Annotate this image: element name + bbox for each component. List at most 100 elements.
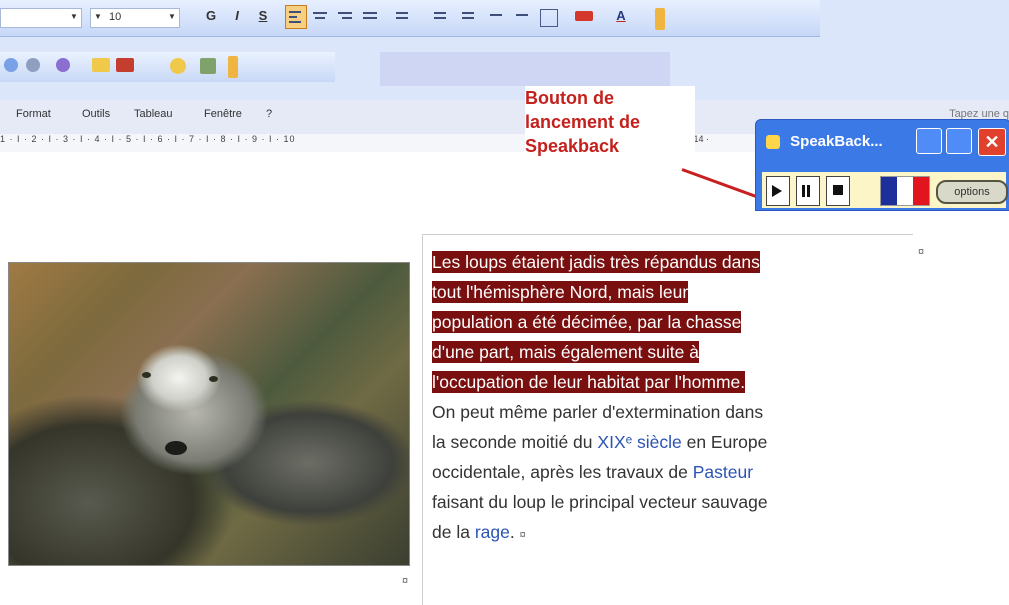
align-left-icon: [289, 11, 301, 13]
link-xix-siecle[interactable]: XIXᵉ siècle: [597, 432, 681, 452]
body-text: en Europe: [686, 432, 768, 452]
article-paragraph[interactable]: Les loups étaient jadis très répandus da…: [432, 247, 902, 550]
align-right-button[interactable]: [335, 5, 355, 27]
toolbar-overflow-icon[interactable]: [228, 56, 238, 78]
menu-tableau[interactable]: Tableau: [134, 108, 173, 120]
icon-line: [289, 21, 301, 23]
icon-line: [396, 17, 408, 19]
selected-text: l'occupation de leur habitat par l'homme…: [432, 371, 746, 393]
speakback-controls: options: [762, 172, 1008, 208]
flag-red-stripe: [913, 177, 929, 205]
selected-line: Les loups étaient jadis très répandus da…: [432, 247, 902, 277]
web-icon[interactable]: [56, 58, 70, 72]
callout-line-3: Speakback: [525, 136, 620, 156]
speakback-logo-icon: [766, 135, 780, 150]
justify-button[interactable]: [360, 5, 380, 27]
increase-indent-icon: [516, 14, 528, 16]
align-center-icon: [313, 12, 327, 14]
icon-line: [315, 17, 325, 19]
selected-line: tout l'hémisphère Nord, mais leur: [432, 277, 902, 307]
body-text: de la: [432, 522, 470, 542]
drawing-toolbar: [0, 52, 335, 82]
speakback-title: SpeakBack...: [790, 133, 883, 150]
icon-line: [462, 17, 474, 19]
numbered-list-button[interactable]: [430, 5, 450, 27]
link-rage[interactable]: rage: [475, 522, 510, 542]
pen-color-icon[interactable]: [116, 58, 134, 72]
decrease-indent-button[interactable]: [486, 5, 506, 27]
formatting-toolbar: ▼ ▼ 10 ▼ G I S A: [0, 0, 820, 37]
body-text: occidentale, après les travaux de: [432, 462, 688, 482]
wolf-eye: [142, 372, 151, 378]
close-button[interactable]: ✕: [978, 128, 1006, 156]
selected-line: population a été décimée, par la chasse: [432, 307, 902, 337]
body-line: de la rage. ¤: [432, 522, 526, 542]
menu-fenetre[interactable]: Fenêtre: [204, 108, 242, 120]
picture-icon[interactable]: [200, 58, 216, 74]
border-button[interactable]: [540, 9, 558, 27]
folder-icon[interactable]: [92, 58, 110, 72]
undo-icon[interactable]: [26, 58, 40, 72]
font-size-dropdown[interactable]: ▼ 10 ▼: [90, 8, 180, 28]
close-icon: ✕: [984, 132, 1000, 152]
bold-button[interactable]: G: [200, 5, 222, 27]
selected-line: l'occupation de leur habitat par l'homme…: [432, 367, 902, 397]
font-name-dropdown[interactable]: ▼: [0, 8, 82, 28]
numbered-list-icon: [434, 12, 446, 14]
font-color-button[interactable]: A: [610, 5, 632, 27]
align-center-button[interactable]: [310, 5, 330, 27]
options-button[interactable]: options: [936, 180, 1008, 204]
bullet-list-button[interactable]: [458, 5, 478, 27]
icon-line: [289, 16, 297, 18]
toolbar-tail: [380, 52, 670, 86]
toolbar-gap: [335, 52, 380, 86]
pause-button[interactable]: [796, 176, 820, 206]
justify-icon: [363, 12, 377, 14]
minimize-button[interactable]: [916, 128, 942, 154]
flag-white-stripe: [897, 177, 913, 205]
flag-blue-stripe: [881, 177, 897, 205]
highlight-color-icon[interactable]: [575, 11, 593, 21]
selected-line: d'une part, mais également suite à: [432, 337, 902, 367]
callout-line-2: lancement de: [525, 112, 641, 132]
menu-help[interactable]: ?: [266, 108, 272, 120]
shape-icon[interactable]: [170, 58, 186, 74]
stop-button[interactable]: [826, 176, 850, 206]
underline-button[interactable]: S: [252, 5, 274, 27]
cell-end-mark: ¤: [402, 575, 409, 587]
play-button[interactable]: [766, 176, 790, 206]
wolf-eye: [209, 376, 218, 382]
chevron-down-icon[interactable]: ▼: [69, 11, 79, 23]
cell-end-mark: ¤: [918, 246, 925, 258]
body-line: faisant du loup le principal vecteur sau…: [432, 492, 768, 512]
italic-button[interactable]: I: [226, 5, 248, 27]
callout-line-1: Bouton de: [525, 88, 614, 108]
line-spacing-button[interactable]: [390, 5, 410, 27]
menu-outils[interactable]: Outils: [82, 108, 110, 120]
wolf-nose: [165, 441, 187, 455]
speakback-window: SpeakBack... ✕ options: [755, 119, 1009, 211]
icon-line: [363, 17, 377, 19]
redo-icon[interactable]: [4, 58, 18, 72]
align-left-button[interactable]: [285, 5, 307, 29]
selected-text: Les loups étaient jadis très répandus da…: [432, 251, 760, 273]
selected-text: population a été décimée, par la chasse: [432, 311, 742, 333]
menu-format[interactable]: Format: [16, 108, 51, 120]
body-line: occidentale, après les travaux de Pasteu…: [432, 457, 902, 487]
maximize-button[interactable]: [946, 128, 972, 154]
body-line: la seconde moitié du XIXᵉ siècle en Euro…: [432, 427, 902, 457]
increase-indent-button[interactable]: [512, 5, 532, 27]
decrease-indent-icon: [490, 14, 502, 16]
line-spacing-icon: [396, 12, 408, 14]
cell-end-mark: ¤: [519, 529, 526, 541]
bullet-list-icon: [462, 12, 474, 14]
toolbar-overflow-icon[interactable]: [655, 8, 665, 30]
ruler-ticks: 1 · I · 2 · I · 3 · I · 4 · I · 5 · I · …: [0, 134, 296, 144]
selected-text: d'une part, mais également suite à: [432, 341, 699, 363]
annotation-callout: Bouton de lancement de Speakback: [525, 86, 695, 176]
chevron-down-icon[interactable]: ▼: [167, 11, 177, 23]
speakback-titlebar[interactable]: SpeakBack...: [766, 128, 883, 156]
body-line: On peut même parler d'extermination dans: [432, 402, 764, 422]
language-flag-button[interactable]: [880, 176, 930, 206]
link-pasteur[interactable]: Pasteur: [693, 462, 753, 482]
